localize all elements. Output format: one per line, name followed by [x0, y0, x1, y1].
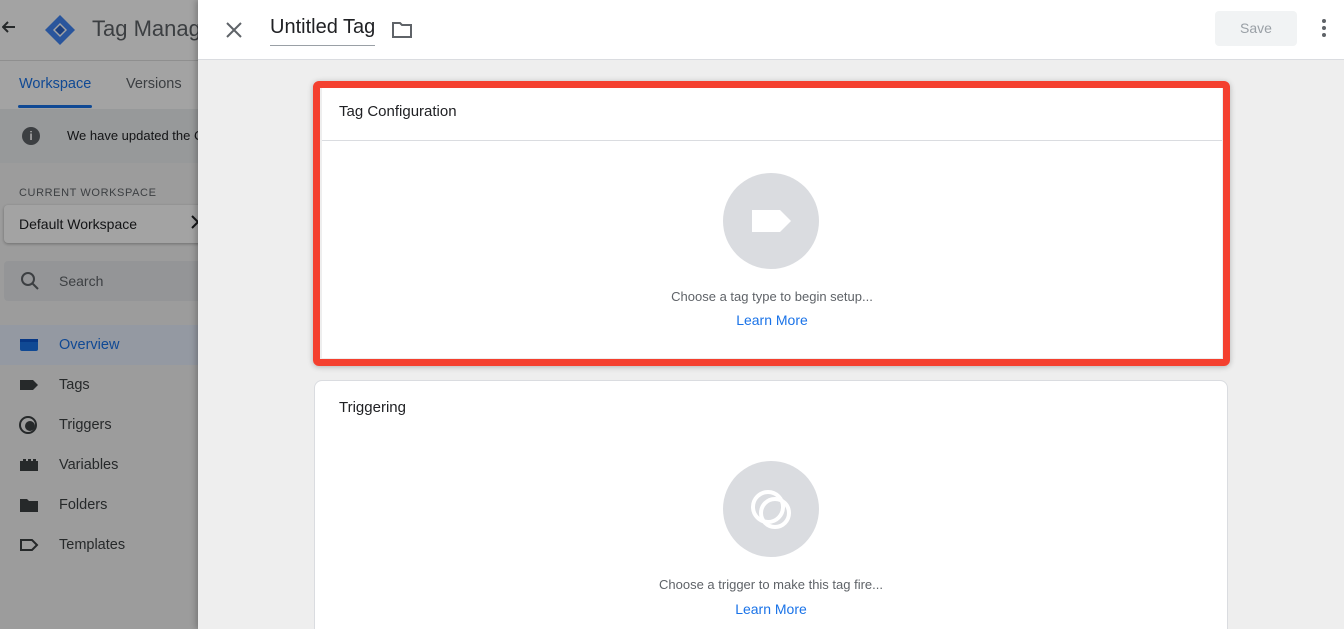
save-button[interactable]: Save — [1215, 11, 1297, 46]
trigger-placeholder-icon[interactable] — [723, 461, 819, 557]
triggering-title: Triggering — [339, 399, 406, 416]
trigger-hint: Choose a trigger to make this tag fire..… — [659, 577, 883, 592]
tag-name-input[interactable]: Untitled Tag — [270, 16, 376, 46]
card-divider — [322, 140, 1222, 141]
close-icon[interactable] — [222, 18, 246, 42]
tag-editor-panel: Untitled Tag Save Tag Configuration Choo… — [198, 0, 1344, 629]
triggering-card[interactable]: Triggering Choose a trigger to make this… — [314, 380, 1228, 629]
tag-configuration-learn-more-link[interactable]: Learn More — [322, 312, 1222, 328]
tag-type-hint: Choose a tag type to begin setup... — [671, 289, 873, 304]
tag-configuration-card[interactable]: Tag Configuration Choose a tag type to b… — [322, 88, 1222, 358]
more-vert-icon[interactable] — [1314, 16, 1334, 40]
tag-type-placeholder-icon[interactable] — [723, 173, 819, 269]
folder-icon[interactable] — [390, 18, 414, 42]
editor-header: Untitled Tag Save — [198, 0, 1344, 60]
tag-configuration-title: Tag Configuration — [339, 103, 457, 120]
triggering-learn-more-link[interactable]: Learn More — [315, 601, 1227, 617]
